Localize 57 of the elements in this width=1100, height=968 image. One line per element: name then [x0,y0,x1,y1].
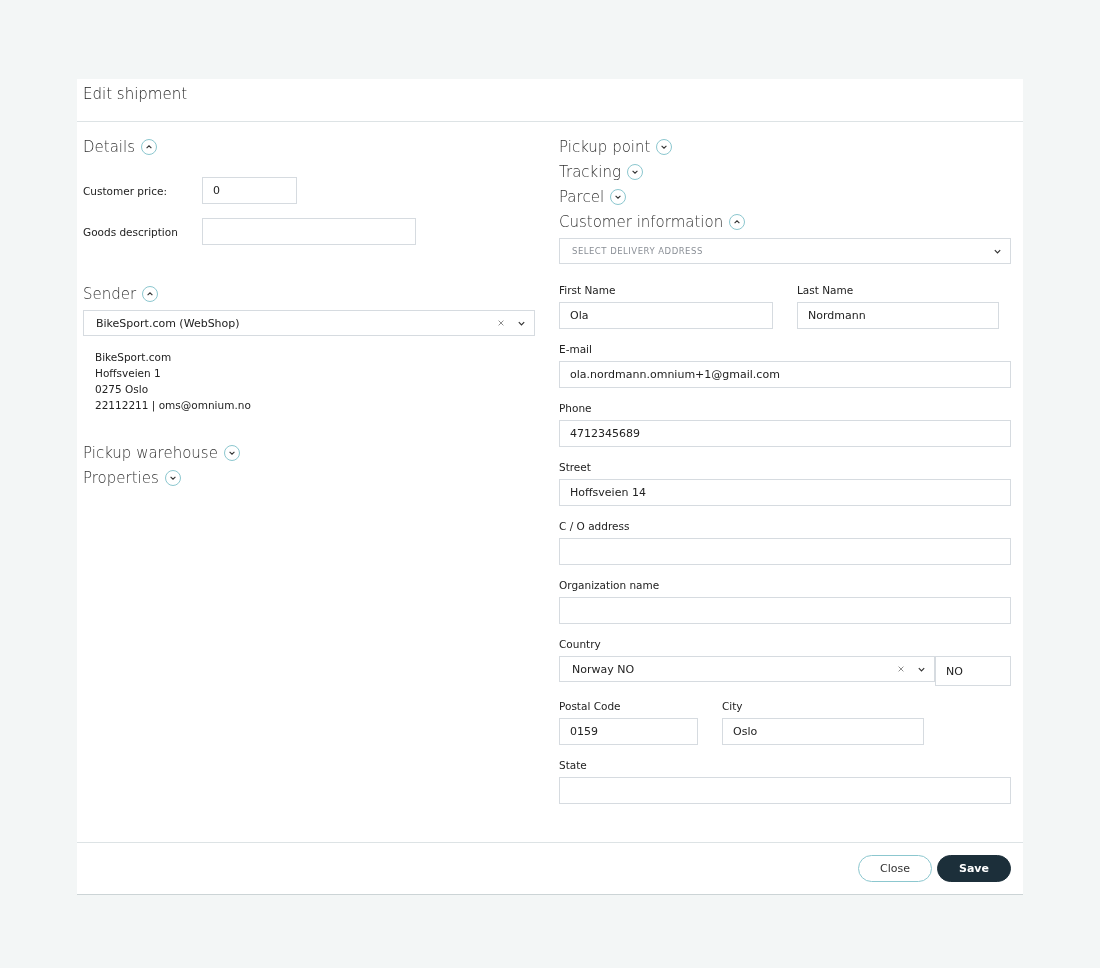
section-title: Properties [83,468,159,487]
collapse-toggle-button[interactable] [223,444,240,461]
country-code-field[interactable]: NO [935,656,1011,686]
collapse-toggle-button[interactable] [164,469,181,486]
address-line: 22112211 | oms@omnium.no [95,398,252,413]
field-label: First Name [559,284,617,296]
address-line: 0275 Oslo [95,382,150,397]
chevron-icon [145,142,153,151]
section-title: Sender [83,284,137,303]
save-button[interactable]: Save [937,855,1011,882]
address-line: Hoffsveien 1 [95,366,162,381]
address-line: BikeSport.com [95,350,173,365]
input-field[interactable]: 4712345689 [559,420,1011,447]
country-select[interactable]: Norway NO [559,656,935,682]
collapse-toggle-button[interactable] [626,163,643,180]
collapse-toggle-button[interactable] [610,188,627,205]
field-label: E-mail [559,343,593,355]
collapse-toggle-button[interactable] [142,285,159,302]
field-label: Phone [559,402,593,414]
delivery-address-select[interactable]: SELECT DELIVERY ADDRESS [559,238,1011,264]
collapse-toggle-button[interactable] [656,138,673,155]
input-field[interactable] [559,777,1011,804]
field-label: Country [559,638,602,650]
field-label: Organization name [559,579,661,591]
field-label: Street [559,461,592,473]
chevron-icon [146,289,155,298]
field-label: State [559,759,588,771]
input-field[interactable] [559,597,1011,624]
input-field[interactable]: Ola [559,302,773,329]
collapse-toggle-button[interactable] [141,138,157,155]
field-label: Customer price: [83,184,168,197]
input-field[interactable]: Nordmann [797,302,999,329]
field-label: Goods description [83,225,179,238]
input-field[interactable]: ola.nordmann.omnium+1@gmail.com [559,361,1011,388]
section-title: Tracking [559,162,621,181]
clear-icon[interactable] [497,319,505,327]
section-title: Pickup warehouse [83,443,218,462]
sender-select[interactable]: BikeSport.com (WebShop) [83,310,535,336]
field-label: Last Name [797,284,855,296]
input-field[interactable] [202,218,416,245]
input-field[interactable]: Hoffsveien 14 [559,479,1011,506]
input-field[interactable]: 0159 [559,718,698,745]
collapse-toggle-button[interactable] [729,213,746,230]
field-label: C / O address [559,520,631,532]
section-title: Customer information [559,212,724,231]
field-label: Postal Code [559,700,622,712]
input-field[interactable] [559,538,1011,565]
section-title: Details [83,137,135,156]
field-label: City [722,700,744,712]
input-field[interactable]: 0 [202,177,297,204]
section-title: Parcel [559,187,605,206]
section-title: Pickup point [559,137,651,156]
chevron-icon [733,217,742,226]
close-button[interactable]: Close [858,855,932,882]
dialog-title: Edit shipment [83,85,188,103]
input-field[interactable]: Oslo [722,718,924,745]
clear-icon[interactable] [897,665,905,673]
